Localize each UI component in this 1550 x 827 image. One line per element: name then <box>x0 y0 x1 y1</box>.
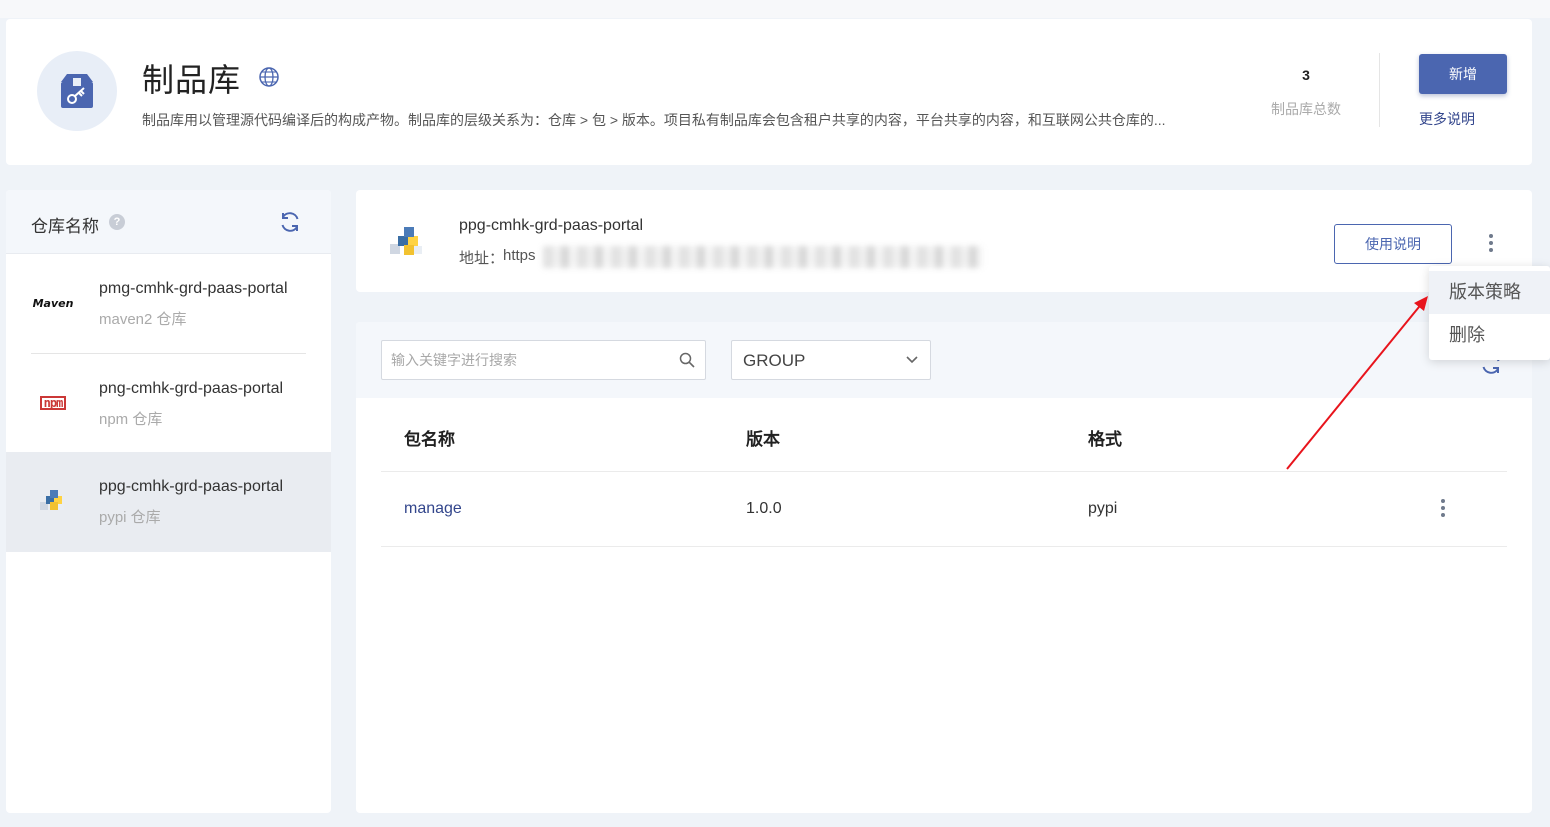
repo-item-pypi[interactable]: ppg-cmhk-grd-paas-portal pypi 仓库 <box>6 452 331 552</box>
row-actions-icon[interactable] <box>1439 499 1447 519</box>
npm-logo: npm <box>30 390 76 416</box>
table-row[interactable]: manage 1.0.0 pypi <box>381 472 1507 547</box>
column-header-format: 格式 <box>1088 430 1122 449</box>
repo-item-name: ppg-cmhk-grd-paas-portal <box>99 478 284 495</box>
help-icon[interactable]: ? <box>109 214 125 230</box>
sidebar-title: 仓库名称 <box>31 217 99 236</box>
package-version: 1.0.0 <box>746 500 782 517</box>
more-info-link[interactable]: 更多说明 <box>1419 109 1475 129</box>
add-button[interactable]: 新增 <box>1419 54 1507 94</box>
address-value: https <box>503 247 536 264</box>
globe-icon[interactable] <box>258 66 280 88</box>
column-header-name: 包名称 <box>404 430 455 449</box>
top-strip <box>0 0 1550 18</box>
search-icon[interactable] <box>679 352 695 368</box>
maven-logo: Maven <box>32 296 74 310</box>
address-label: 地址： <box>459 250 505 267</box>
usage-button[interactable]: 使用说明 <box>1334 224 1452 264</box>
chevron-down-icon <box>906 356 918 364</box>
header-divider <box>1379 53 1380 127</box>
column-header-version: 版本 <box>746 430 780 449</box>
python-icon <box>30 488 76 514</box>
menu-item-delete[interactable]: 删除 <box>1429 314 1550 357</box>
repo-item-type: maven2 仓库 <box>99 311 187 328</box>
repo-count-value: 3 <box>1302 67 1310 83</box>
repo-info-card: ppg-cmhk-grd-paas-portal 地址： https 使用说明 <box>356 190 1532 292</box>
repo-name: ppg-cmhk-grd-paas-portal <box>459 217 644 234</box>
redacted-address <box>543 246 983 268</box>
repo-item-type: npm 仓库 <box>99 411 163 428</box>
header-card: 制品库 制品库用以管理源代码编译后的构成产物。制品库的层级关系为：仓库 > 包 … <box>6 19 1532 165</box>
repo-item-name: pmg-cmhk-grd-paas-portal <box>99 280 288 297</box>
refresh-icon[interactable] <box>278 210 302 234</box>
repo-item-npm[interactable]: npm png-cmhk-grd-paas-portal npm 仓库 <box>6 354 331 454</box>
search-input[interactable] <box>391 341 671 379</box>
python-icon <box>390 227 422 255</box>
sidebar-header: 仓库名称 ? <box>6 190 331 254</box>
repo-item-maven[interactable]: Maven pmg-cmhk-grd-paas-portal maven2 仓库 <box>6 254 331 354</box>
repo-count-label: 制品库总数 <box>1271 101 1341 117</box>
packages-toolbar: GROUP <box>356 322 1532 398</box>
packages-card: GROUP 包名称 版本 格式 manage 1.0.0 pypi <box>356 322 1532 813</box>
page-description: 制品库用以管理源代码编译后的构成产物。制品库的层级关系为：仓库 > 包 > 版本… <box>142 112 1166 128</box>
artifact-repo-icon <box>37 51 117 131</box>
repo-item-type: pypi 仓库 <box>99 509 161 526</box>
repo-item-name: png-cmhk-grd-paas-portal <box>99 380 284 397</box>
page-title: 制品库 <box>142 62 242 98</box>
group-select-value: GROUP <box>743 351 806 370</box>
package-format: pypi <box>1088 500 1118 517</box>
menu-item-version-policy[interactable]: 版本策略 <box>1429 271 1550 314</box>
more-actions-menu: 版本策略 删除 <box>1429 266 1550 360</box>
package-name-link[interactable]: manage <box>404 500 462 518</box>
more-actions-icon[interactable] <box>1487 234 1495 254</box>
search-field[interactable] <box>381 340 706 380</box>
group-select[interactable]: GROUP <box>731 340 931 380</box>
table-header: 包名称 版本 格式 <box>381 398 1507 472</box>
repo-sidebar: 仓库名称 ? Maven pmg-cmhk-grd-paas-portal ma… <box>6 190 331 813</box>
